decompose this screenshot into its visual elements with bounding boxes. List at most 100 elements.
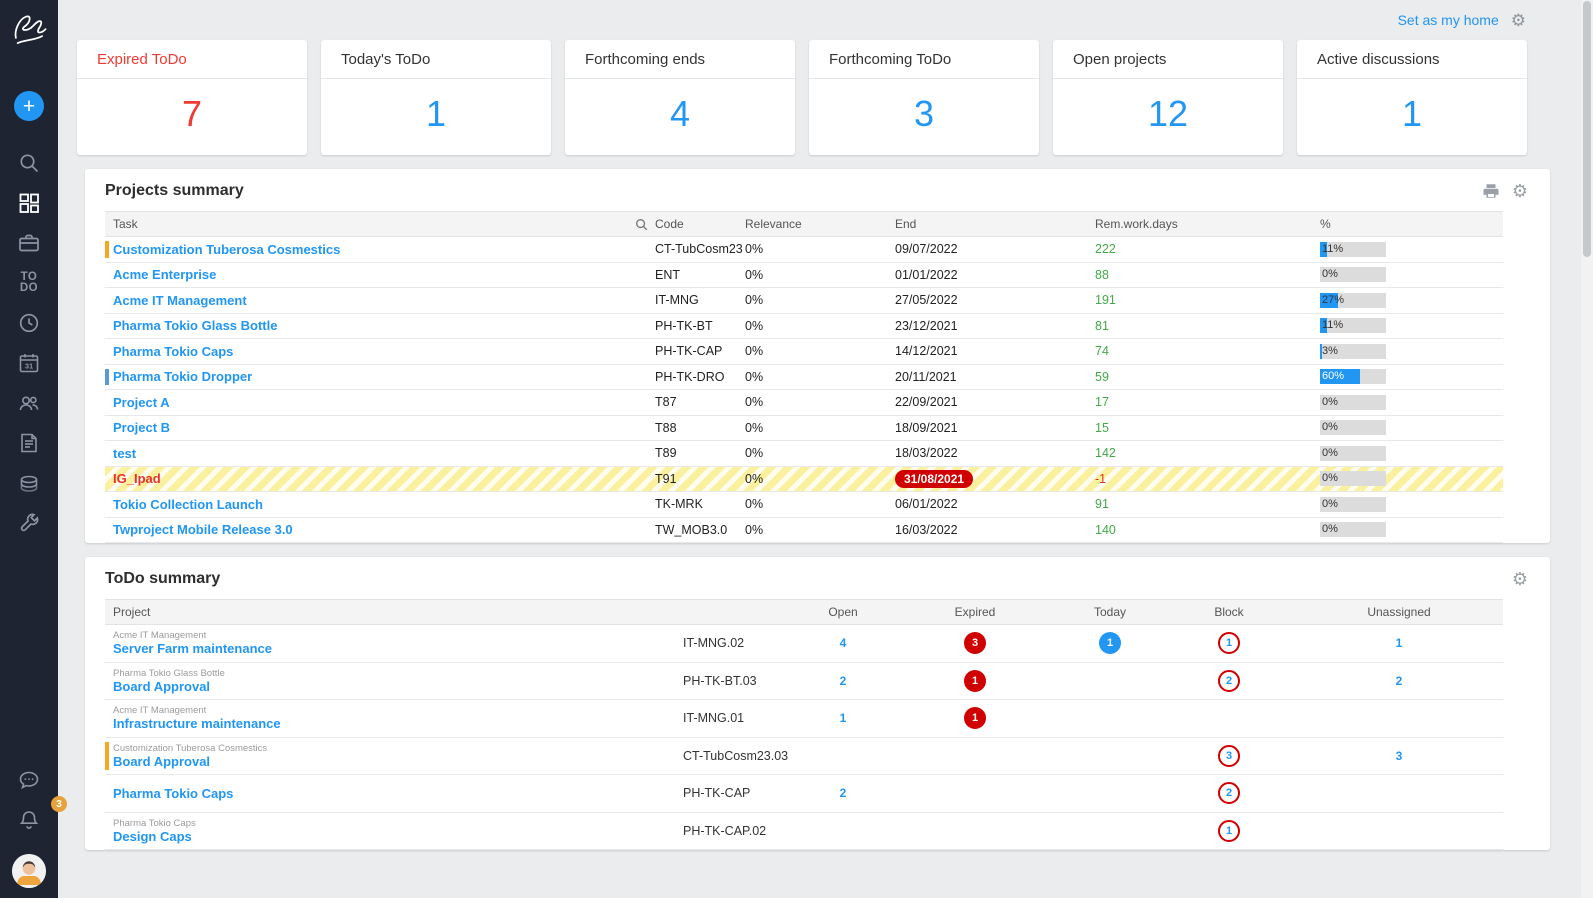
rem-work-days-cell: 59: [1095, 370, 1320, 384]
scrollbar-thumb[interactable]: [1583, 1, 1591, 257]
task-link[interactable]: IG_Ipad: [113, 471, 161, 486]
open-cell: 2: [793, 786, 893, 800]
task-link[interactable]: Acme IT Management: [113, 293, 247, 308]
plus-icon: +: [23, 96, 35, 117]
todo-task-link[interactable]: Design Caps: [113, 829, 683, 844]
sidebar-item-costs[interactable]: [0, 463, 58, 503]
projects-gear-icon[interactable]: ⚙: [1512, 182, 1528, 200]
todo-summary-title: ToDo summary: [105, 570, 220, 588]
settings-gear-icon[interactable]: ⚙: [1511, 12, 1526, 29]
stat-card-value[interactable]: 1: [321, 79, 551, 135]
unassigned-count[interactable]: 3: [1396, 749, 1403, 763]
set-as-home-link[interactable]: Set as my home: [1398, 12, 1499, 28]
sidebar-item-resources[interactable]: [0, 383, 58, 423]
expired-badge[interactable]: 1: [964, 707, 986, 729]
column-search-icon[interactable]: [634, 217, 649, 232]
task-link[interactable]: Customization Tuberosa Cosmestics: [113, 242, 340, 257]
col-rem-work-days[interactable]: Rem.work.days: [1095, 212, 1320, 236]
code-cell: IT-MNG: [655, 293, 745, 307]
print-icon[interactable]: [1482, 182, 1500, 200]
block-badge[interactable]: 2: [1218, 670, 1240, 692]
todo-task-link[interactable]: Board Approval: [113, 754, 683, 769]
percent-cell: 3%: [1320, 344, 1503, 359]
sidebar-item-search[interactable]: [0, 143, 58, 183]
todo-gear-icon[interactable]: ⚙: [1512, 570, 1528, 588]
stat-card-value[interactable]: 7: [77, 79, 307, 135]
sidebar-item-chat[interactable]: [0, 760, 58, 800]
col-project[interactable]: Project: [113, 605, 150, 619]
sidebar-item-notifications[interactable]: 3: [0, 800, 58, 840]
task-link[interactable]: Project A: [113, 395, 170, 410]
open-count[interactable]: 4: [840, 636, 847, 650]
add-button[interactable]: +: [14, 91, 44, 121]
stat-card-value[interactable]: 4: [565, 79, 795, 135]
scrollbar[interactable]: [1581, 0, 1593, 898]
task-link[interactable]: test: [113, 446, 136, 461]
stat-card-value[interactable]: 12: [1053, 79, 1283, 135]
todo-task-link[interactable]: Pharma Tokio Caps: [113, 786, 683, 801]
sidebar-item-documents[interactable]: [0, 423, 58, 463]
end-cell: 31/08/2021: [895, 470, 1095, 488]
sidebar-item-todo[interactable]: TO DO: [0, 263, 58, 303]
todo-code-cell: IT-MNG.02: [683, 636, 793, 650]
todo-task-link[interactable]: Server Farm maintenance: [113, 641, 683, 656]
col-today[interactable]: Today: [1057, 600, 1163, 624]
open-count[interactable]: 2: [840, 674, 847, 688]
unassigned-cell: 2: [1295, 674, 1503, 688]
avatar[interactable]: [12, 854, 46, 888]
unassigned-count[interactable]: 1: [1396, 636, 1403, 650]
relevance-cell: 0%: [745, 472, 895, 486]
expired-badge[interactable]: 1: [964, 670, 986, 692]
col-relevance[interactable]: Relevance: [745, 212, 895, 236]
end-cell: 14/12/2021: [895, 344, 1095, 358]
notification-badge: 3: [51, 796, 67, 812]
col-code[interactable]: Code: [655, 212, 745, 236]
task-link[interactable]: Tokio Collection Launch: [113, 497, 263, 512]
end-cell: 18/03/2022: [895, 446, 1095, 460]
task-link[interactable]: Pharma Tokio Dropper: [113, 369, 252, 384]
block-badge[interactable]: 1: [1218, 632, 1240, 654]
task-link[interactable]: Twproject Mobile Release 3.0: [113, 522, 293, 537]
percent-bar: 0%: [1320, 267, 1386, 282]
projects-table: Task Code Relevance End Rem.work.days % …: [105, 211, 1503, 543]
stat-card-value[interactable]: 3: [809, 79, 1039, 135]
task-link[interactable]: Project B: [113, 420, 170, 435]
sidebar-item-tools[interactable]: [0, 503, 58, 543]
twproject-logo-icon[interactable]: [8, 8, 50, 57]
sidebar-item-dashboard[interactable]: [0, 183, 58, 223]
today-badge[interactable]: 1: [1099, 632, 1121, 654]
col-open[interactable]: Open: [793, 600, 893, 624]
projects-table-body: Customization Tuberosa CosmesticsCT-TubC…: [105, 237, 1503, 543]
sidebar-bottom: 3: [0, 760, 58, 898]
sidebar-item-projects[interactable]: [0, 223, 58, 263]
block-badge[interactable]: 1: [1218, 820, 1240, 842]
project-row: Acme IT ManagementIT-MNG0%27/05/20221912…: [105, 288, 1503, 314]
block-badge[interactable]: 3: [1218, 745, 1240, 767]
rem-work-days-cell: 191: [1095, 293, 1320, 307]
open-count[interactable]: 2: [840, 786, 847, 800]
block-badge[interactable]: 2: [1218, 782, 1240, 804]
stat-card-value[interactable]: 1: [1297, 79, 1527, 135]
col-block[interactable]: Block: [1163, 600, 1295, 624]
unassigned-count[interactable]: 2: [1396, 674, 1403, 688]
todo-task-link[interactable]: Infrastructure maintenance: [113, 716, 683, 731]
task-link[interactable]: Pharma Tokio Glass Bottle: [113, 318, 277, 333]
relevance-cell: 0%: [745, 242, 895, 256]
col-percent[interactable]: %: [1320, 212, 1503, 236]
col-expired[interactable]: Expired: [893, 600, 1057, 624]
expired-badge[interactable]: 3: [964, 632, 986, 654]
task-cell: Acme Enterprise: [105, 263, 655, 288]
end-cell: 27/05/2022: [895, 293, 1095, 307]
sidebar-item-worklog[interactable]: [0, 303, 58, 343]
col-unassigned[interactable]: Unassigned: [1295, 600, 1503, 624]
percent-cell: 0%: [1320, 420, 1503, 435]
col-end[interactable]: End: [895, 212, 1095, 236]
bell-icon: [17, 808, 41, 832]
todo-task-link[interactable]: Board Approval: [113, 679, 683, 694]
col-task[interactable]: Task: [113, 217, 138, 231]
task-link[interactable]: Pharma Tokio Caps: [113, 344, 233, 359]
sidebar-item-calendar[interactable]: 31: [0, 343, 58, 383]
rem-work-days-cell: 140: [1095, 523, 1320, 537]
task-link[interactable]: Acme Enterprise: [113, 267, 216, 282]
open-count[interactable]: 1: [840, 711, 847, 725]
